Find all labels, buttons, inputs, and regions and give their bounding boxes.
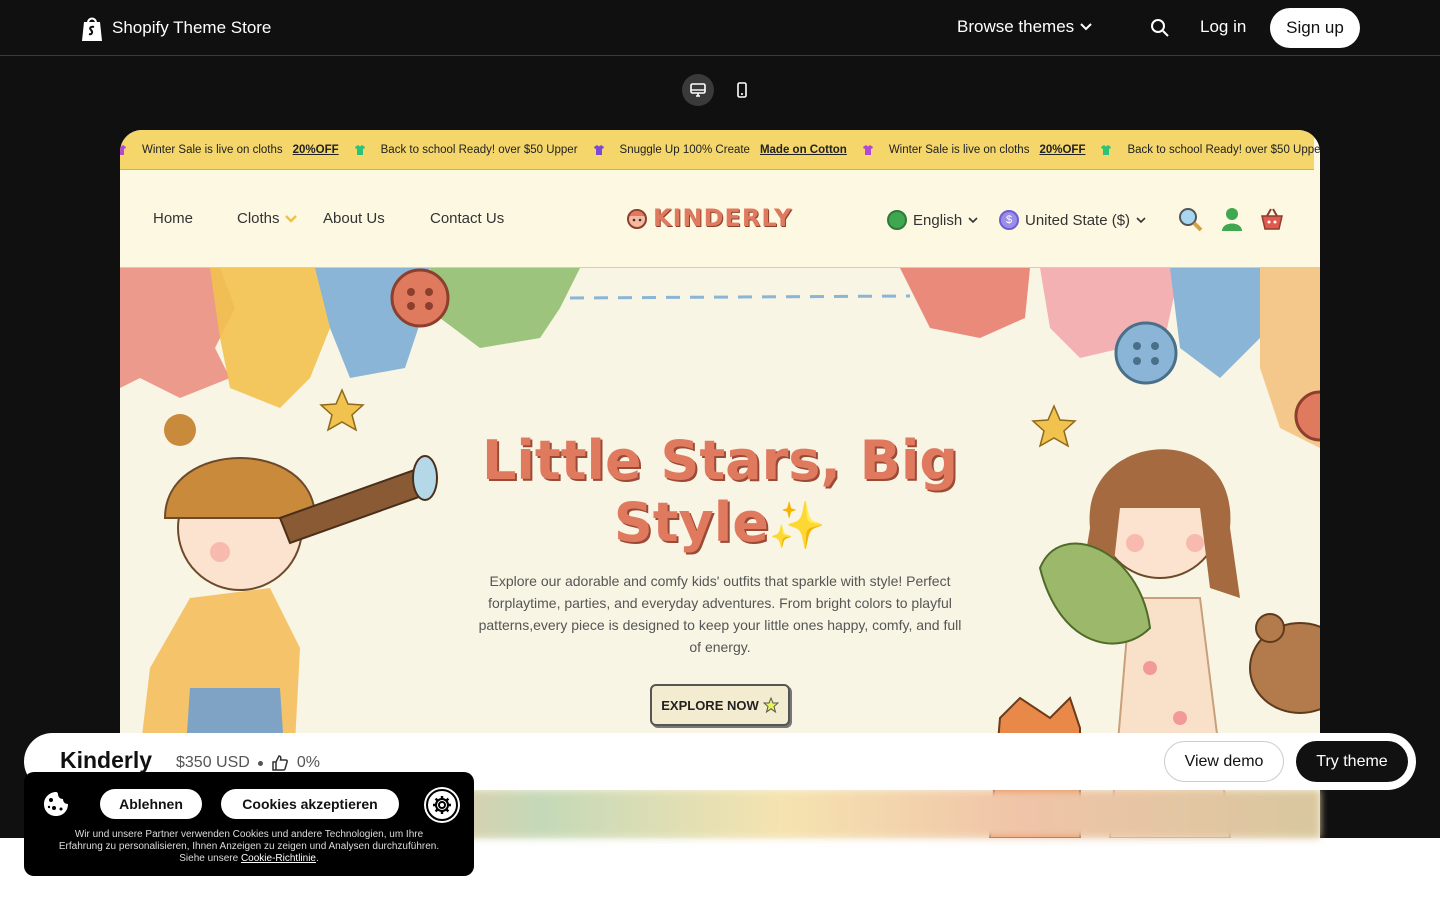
chevron-down-icon	[968, 216, 978, 223]
marquee-icon	[1099, 143, 1113, 157]
kid-face-icon	[627, 209, 647, 229]
theme-preview: Winter Sale is live on cloths 20%OFF Back …	[120, 130, 1320, 838]
currency-coin-icon: $	[999, 210, 1019, 230]
marquee-text: Winter Sale is live on cloths	[888, 143, 1030, 156]
explore-now-label: EXPLORE NOW	[661, 697, 759, 713]
hero-title: Little Stars, Big Style✨	[420, 430, 1020, 556]
theme-name: Kinderly	[60, 747, 153, 773]
thumbs-up-icon	[272, 755, 288, 771]
store-logo-text: KINDERLY	[653, 204, 793, 232]
currency-selector[interactable]: $ United State ($)	[999, 210, 1146, 230]
marquee-item: Winter Sale is live on cloths 20%OFF	[889, 144, 1086, 156]
language-label: English	[913, 211, 963, 229]
desktop-view-button[interactable]	[682, 74, 714, 106]
marquee-text: Back to school Ready! over $50 Upper	[1127, 143, 1320, 156]
marquee-link[interactable]: Made on Cotton	[760, 144, 847, 156]
marquee-item: Back to school Ready! over $50 Upper	[381, 144, 578, 156]
gear-icon	[433, 796, 451, 814]
store-search-button[interactable]	[1177, 206, 1203, 232]
store-account-button[interactable]	[1219, 206, 1245, 232]
star-icon	[762, 697, 779, 713]
marquee-text: Snuggle Up 100% Create	[619, 143, 750, 156]
hero-title-line2-text: Style	[613, 491, 769, 554]
marquee-icon	[861, 143, 875, 157]
login-link[interactable]: Log in	[1200, 17, 1246, 37]
hero-title-line2: Style✨	[420, 492, 1020, 556]
marquee-icon	[120, 143, 128, 157]
store-nav-contact[interactable]: Contact Us	[430, 210, 504, 227]
cookie-policy-link[interactable]: Cookie-Richtlinie	[241, 853, 316, 864]
mobile-view-button[interactable]	[726, 74, 758, 106]
search-icon	[1151, 19, 1169, 37]
store-nav-home[interactable]: Home	[153, 210, 193, 227]
chevron-down-icon	[1080, 23, 1092, 31]
theme-price-rating: $350 USD 0%	[176, 754, 320, 772]
accept-cookies-button[interactable]: Cookies akzeptieren	[221, 789, 399, 819]
cookie-banner: Ablehnen Cookies akzeptieren Wir und uns…	[24, 772, 474, 876]
marquee-text: Back to school Ready! over $50 Upper	[380, 143, 578, 156]
theme-rating: 0%	[296, 754, 320, 771]
hero-description: Explore our adorable and comfy kids' out…	[478, 573, 962, 655]
top-navigation: Shopify Theme Store Browse themes Log in…	[0, 0, 1440, 56]
cookie-icon	[44, 792, 68, 816]
brand-name: Shopify Theme Store	[112, 18, 272, 37]
explore-now-button[interactable]: EXPLORE NOW	[650, 684, 790, 726]
chevron-down-icon	[1136, 216, 1146, 223]
device-toggle	[682, 74, 758, 106]
store-cart-button[interactable]	[1259, 206, 1285, 232]
marquee-icon	[592, 143, 606, 157]
marquee-link[interactable]: 20%OFF	[1039, 144, 1085, 156]
marquee-item: Back to school Ready! over $50 Upper	[1127, 144, 1320, 156]
sparkle-icon: ✨	[768, 498, 827, 552]
marquee-link[interactable]: 20%OFF	[293, 144, 339, 156]
desktop-icon	[690, 83, 706, 97]
decline-cookies-button[interactable]: Ablehnen	[100, 789, 202, 819]
store-nav-cloths[interactable]: Cloths	[237, 210, 298, 227]
hero-title-line1: Little Stars, Big	[481, 429, 959, 492]
separator-dot	[257, 760, 263, 766]
store-logo[interactable]: KINDERLY	[625, 204, 792, 232]
cookie-settings-button[interactable]	[426, 789, 458, 821]
browse-themes-label: Browse themes	[957, 17, 1075, 36]
language-selector[interactable]: English	[887, 210, 978, 230]
theme-price: $350 USD	[176, 754, 250, 771]
globe-icon	[887, 210, 907, 230]
chevron-down-icon	[284, 214, 297, 223]
try-theme-button[interactable]: Try theme	[1296, 741, 1408, 782]
mobile-icon	[737, 82, 747, 98]
marquee-item: Snuggle Up 100% Create Made on Cotton	[620, 144, 847, 156]
announcement-marquee: Winter Sale is live on cloths 20%OFF Back …	[120, 130, 1320, 170]
marquee-icon	[353, 143, 367, 157]
search-button[interactable]	[1148, 16, 1172, 40]
marquee-text: Winter Sale is live on cloths	[142, 143, 283, 156]
store-navigation: Home Cloths About Us Contact Us KINDERLY…	[120, 170, 1320, 268]
user-icon	[1222, 208, 1242, 231]
store-nav-cloths-label: Cloths	[237, 210, 280, 227]
view-demo-button[interactable]: View demo	[1164, 741, 1284, 782]
marquee-item: Winter Sale is live on cloths 20%OFF	[142, 144, 339, 156]
shopify-brand-link[interactable]: Shopify Theme Store	[80, 14, 271, 42]
signup-button[interactable]: Sign up	[1270, 8, 1360, 48]
shopify-bag-icon	[82, 17, 102, 41]
currency-label: United State ($)	[1025, 211, 1131, 229]
magnifier-icon	[1179, 208, 1203, 232]
browse-themes-dropdown[interactable]: Browse themes	[957, 17, 1092, 37]
cookie-notice-text: Wir und unsere Partner verwenden Cookies…	[58, 829, 440, 864]
store-nav-about[interactable]: About Us	[323, 210, 385, 227]
basket-icon	[1261, 208, 1283, 230]
